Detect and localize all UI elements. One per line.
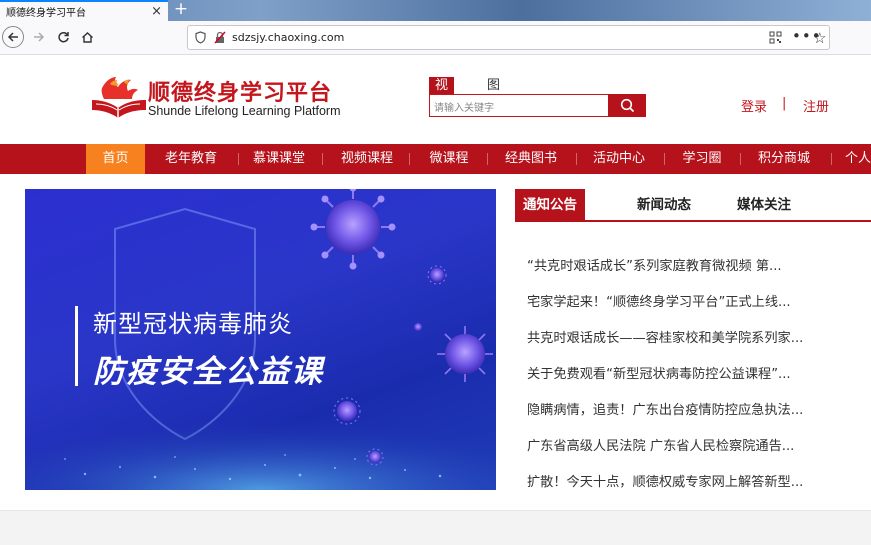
news-tabs: 通知公告 新闻动态 媒体关注	[515, 189, 871, 222]
search-input[interactable]: 请输入关键字	[429, 94, 609, 117]
nav-divider	[487, 153, 488, 165]
nav-divider	[740, 153, 741, 165]
reload-button[interactable]	[52, 26, 74, 48]
banner-subheadline: 防疫安全公益课	[93, 354, 324, 390]
news-item[interactable]: 扩散！今天十点，顺德权威专家网上解答新型...	[527, 471, 847, 491]
reload-icon	[57, 31, 69, 42]
nav-divider	[409, 153, 410, 165]
nav-item-classic-books[interactable]: 经典图书	[495, 144, 567, 174]
news-item[interactable]: 共克时艰话成长——容桂家校和美学院系列家...	[527, 327, 847, 347]
shield-icon[interactable]	[195, 31, 206, 44]
browser-tab[interactable]: 顺德终身学习平台 ×	[0, 0, 168, 21]
login-register-separator: |	[782, 96, 787, 111]
bookmark-star-icon[interactable]: ☆	[813, 29, 826, 47]
nav-item-activity-center[interactable]: 活动中心	[583, 144, 655, 174]
insecure-lock-icon[interactable]	[214, 31, 226, 44]
nav-item-video-courses[interactable]: 视频课程	[331, 144, 403, 174]
nav-divider	[576, 153, 577, 165]
nav-item-mooc[interactable]: 慕课课堂	[243, 144, 315, 174]
logo-title-cn: 顺德终身学习平台	[148, 81, 333, 106]
forward-arrow-icon	[34, 32, 45, 42]
home-icon	[81, 31, 93, 43]
url-text[interactable]: sdzsjy.chaoxing.com	[232, 31, 344, 44]
search-icon	[620, 98, 634, 113]
close-tab-icon[interactable]: ×	[151, 4, 162, 19]
nav-divider	[238, 153, 239, 165]
search-button[interactable]	[608, 94, 646, 117]
url-bar[interactable]: sdzsjy.chaoxing.com ••• ☆	[187, 25, 830, 50]
nav-divider	[664, 153, 665, 165]
news-item[interactable]: “共克时艰话成长”系列家庭教育微视频 第...	[527, 255, 847, 275]
banner-accent-bar	[75, 306, 78, 386]
nav-divider	[831, 153, 832, 165]
tab-notices[interactable]: 通知公告	[515, 189, 585, 222]
browser-toolbar: sdzsjy.chaoxing.com ••• ☆	[0, 21, 871, 55]
news-item[interactable]: 隐瞒病情，追责！广东出台疫情防控应急执法...	[527, 399, 847, 419]
hero-banner[interactable]: 新型冠状病毒肺炎 防疫安全公益课	[25, 189, 496, 490]
register-link[interactable]: 注册	[803, 96, 829, 115]
back-arrow-icon	[7, 32, 18, 42]
logo-flame-book-icon	[92, 77, 146, 118]
nav-item-senior-education[interactable]: 老年教育	[151, 144, 231, 174]
site-logo[interactable]: 顺德终身学习平台 Shunde Lifelong Learning Platfo…	[88, 74, 358, 124]
main-navigation: 首页 老年教育 慕课课堂 视频课程 微课程 经典图书 活动中心 学习圈 积分商城…	[0, 144, 871, 174]
nav-item-personal[interactable]: 个人	[840, 144, 871, 174]
news-item[interactable]: 宅家学起来！“顺德终身学习平台”正式上线...	[527, 291, 847, 311]
page-footer-strip	[0, 510, 871, 545]
nav-item-micro-courses[interactable]: 微课程	[420, 144, 478, 174]
logo-title-en: Shunde Lifelong Learning Platform	[148, 104, 341, 118]
tab-media-coverage[interactable]: 媒体关注	[727, 189, 801, 222]
home-button[interactable]	[76, 26, 98, 48]
nav-item-home[interactable]: 首页	[86, 144, 145, 174]
nav-item-learning-circle[interactable]: 学习圈	[673, 144, 731, 174]
large-virus	[310, 189, 396, 270]
news-item[interactable]: 广东省高级人民法院 广东省人民检察院通告...	[527, 435, 847, 455]
back-button[interactable]	[2, 26, 24, 48]
qr-code-icon[interactable]	[769, 31, 782, 44]
login-link[interactable]: 登录	[741, 96, 767, 115]
nav-divider	[322, 153, 323, 165]
new-tab-button[interactable]: +	[172, 0, 190, 21]
browser-tab-title: 顺德终身学习平台	[6, 8, 86, 19]
search-tab-book[interactable]: 图书	[481, 77, 506, 111]
virus-illustration	[25, 189, 496, 490]
browser-tab-strip: 顺德终身学习平台 × +	[0, 0, 871, 21]
forward-button[interactable]	[28, 26, 50, 48]
banner-headline: 新型冠状病毒肺炎	[93, 310, 293, 338]
news-item[interactable]: 关于免费观看“新型冠状病毒防控公益课程”...	[527, 363, 847, 383]
tab-news-updates[interactable]: 新闻动态	[627, 189, 701, 222]
search-tab-video[interactable]: 视频	[429, 77, 455, 111]
nav-item-points-mall[interactable]: 积分商城	[748, 144, 820, 174]
